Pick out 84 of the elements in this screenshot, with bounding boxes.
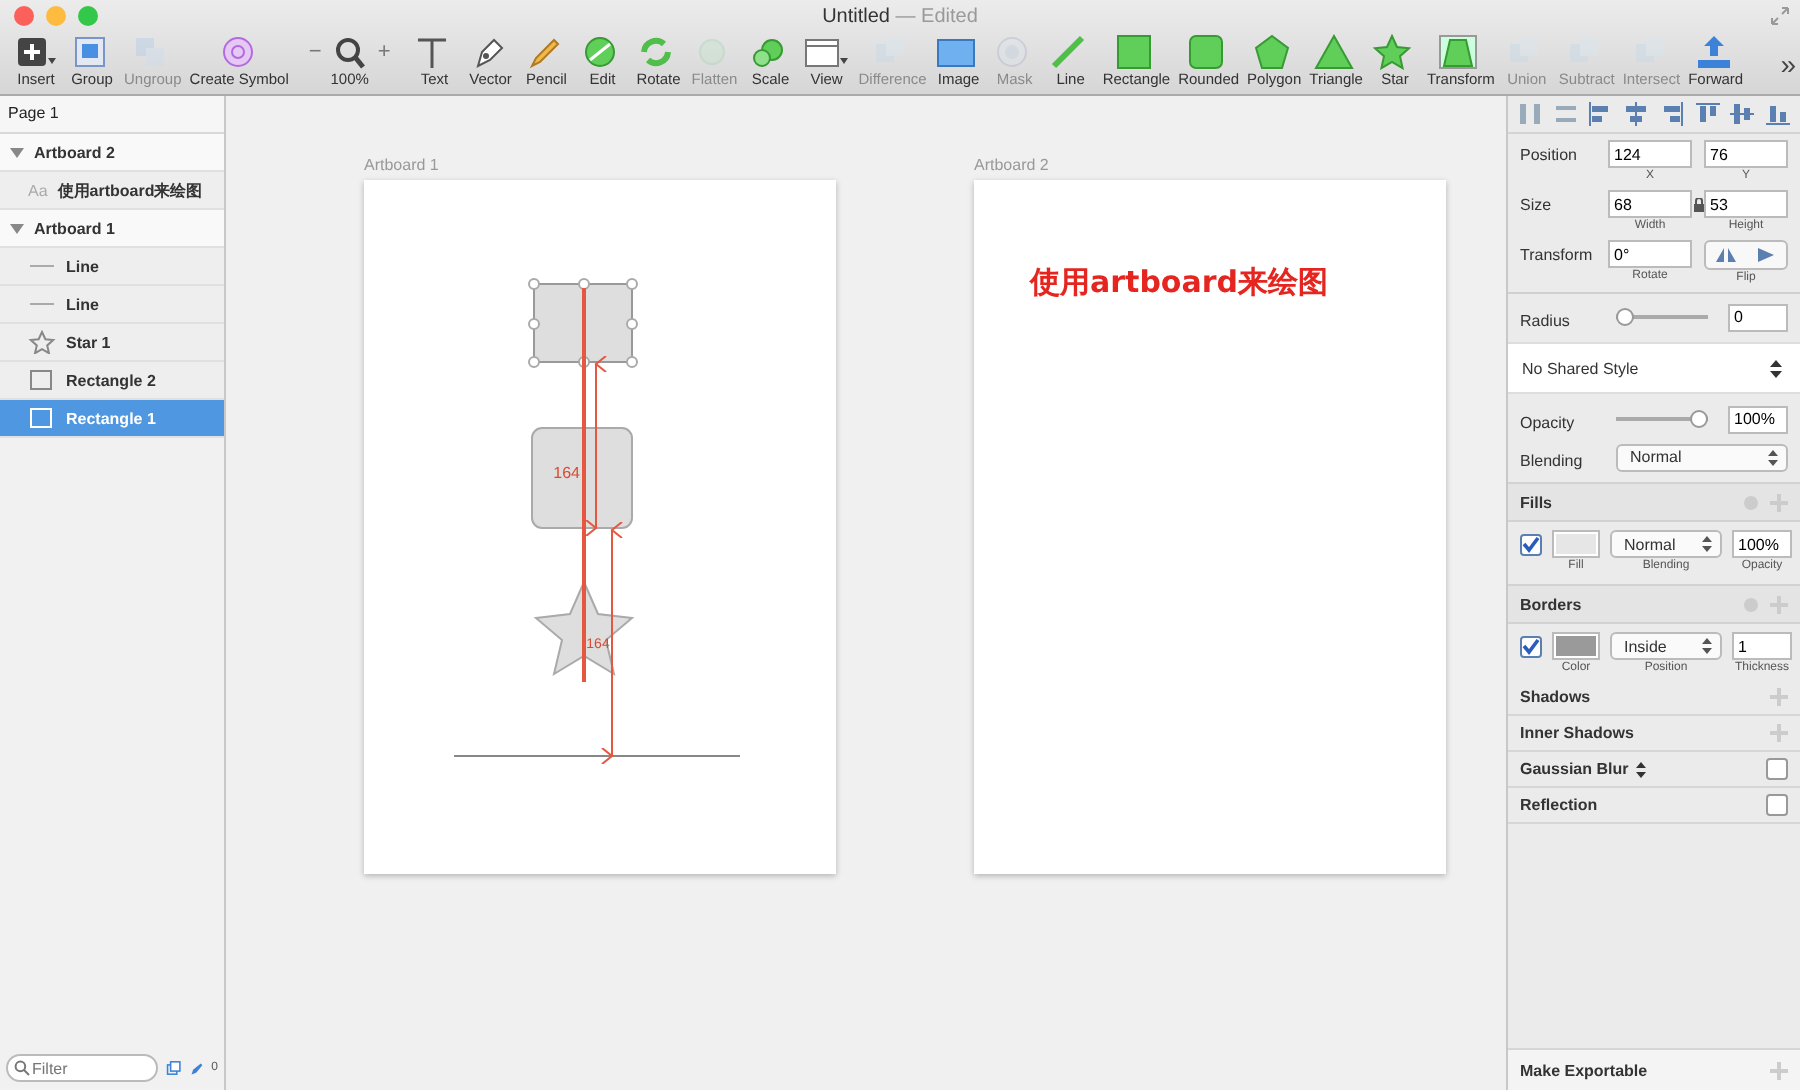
section-title: Borders: [1520, 595, 1584, 613]
field-label: Opacity: [1520, 411, 1577, 431]
stepper-icon[interactable]: [1636, 761, 1647, 777]
thickness-field[interactable]: 1: [1732, 632, 1792, 660]
window-icon[interactable]: [802, 34, 851, 70]
opacity-field[interactable]: 100%: [1732, 530, 1792, 558]
stepper-icon: [1770, 359, 1782, 377]
copy-icon[interactable]: [166, 1058, 182, 1078]
section-title: Gaussian Blur: [1520, 760, 1629, 778]
artboard-layer[interactable]: Artboard 1: [0, 210, 224, 248]
blending-dropdown[interactable]: Normal: [1616, 443, 1788, 471]
align-icon[interactable]: [1763, 100, 1792, 128]
section-title: Fills: [1520, 493, 1555, 511]
close-button[interactable]: [14, 6, 34, 26]
section-title: Inner Shadows: [1520, 724, 1634, 742]
checkmark-icon: [1522, 638, 1540, 656]
align-icon[interactable]: [1551, 100, 1580, 128]
layer-name: 使用artboard来绘图: [57, 179, 203, 201]
field-label: Transform: [1520, 244, 1595, 264]
section-title: Reflection: [1520, 796, 1598, 814]
stepper-icon: [1702, 536, 1712, 552]
distance-label: 164: [553, 464, 580, 482]
align-icon[interactable]: [1728, 100, 1757, 128]
stepper-icon: [1768, 449, 1778, 465]
field-label: Position: [1520, 144, 1579, 164]
fill-checkbox[interactable]: [1520, 534, 1542, 556]
border-checkbox[interactable]: [1520, 636, 1542, 658]
layer-name: Line: [66, 257, 99, 275]
layer-name: Rectangle 2: [66, 371, 156, 389]
position-dropdown[interactable]: Inside: [1610, 632, 1722, 660]
color-swatch[interactable]: [1552, 530, 1600, 558]
zoom-button[interactable]: [78, 6, 98, 26]
field-label: Radius: [1520, 309, 1572, 329]
shared-style-dropdown[interactable]: No Shared Style: [1508, 342, 1800, 394]
section-checkbox[interactable]: [1766, 758, 1788, 780]
text-layer-icon: Aa: [28, 181, 48, 199]
layer-name: Star 1: [66, 333, 111, 351]
checkmark-icon: [1522, 536, 1540, 554]
height-field[interactable]: 53: [1704, 190, 1788, 218]
lock-icon[interactable]: [1693, 198, 1703, 212]
field-label: Size: [1520, 194, 1554, 214]
make-exportable-button[interactable]: Make Exportable: [1520, 1061, 1648, 1079]
plus-icon[interactable]: [12, 34, 60, 70]
opacity-field[interactable]: 100%: [1728, 405, 1788, 433]
rotate-field[interactable]: 0°: [1608, 240, 1692, 268]
pen-icon[interactable]: [189, 1059, 204, 1077]
layer-item[interactable]: Star 1: [0, 324, 224, 362]
color-swatch[interactable]: [1552, 632, 1600, 660]
artboard-text[interactable]: 使用artboard来绘图: [1030, 264, 1328, 302]
selected-rectangle[interactable]: [528, 278, 638, 368]
page-item[interactable]: Page 1: [0, 96, 224, 134]
blending-dropdown[interactable]: Normal: [1610, 530, 1722, 558]
search-icon: [14, 1060, 30, 1076]
radius-field[interactable]: 0: [1728, 303, 1788, 331]
star-shape: [533, 579, 635, 677]
layer-name: Artboard 2: [34, 143, 115, 161]
add-icon[interactable]: [1770, 1061, 1788, 1079]
slider-thumb[interactable]: [1616, 308, 1634, 326]
disclosure-icon[interactable]: [10, 221, 24, 235]
x-field[interactable]: 124: [1608, 140, 1692, 168]
rectangle-layer-icon: [28, 406, 56, 430]
field-label: Blending: [1520, 449, 1585, 469]
more-tools-button[interactable]: »: [1780, 47, 1796, 79]
stepper-icon: [1702, 638, 1712, 654]
y-field[interactable]: 76: [1704, 140, 1788, 168]
rounded-rectangle: [531, 427, 633, 529]
star-layer-icon: [28, 330, 56, 354]
disclosure-icon[interactable]: [10, 145, 24, 159]
section-title: Shadows: [1520, 688, 1591, 706]
layer-name: Rectangle 1: [66, 409, 156, 427]
align-icon[interactable]: [1693, 100, 1722, 128]
layer-name: Artboard 1: [34, 219, 115, 237]
artboard-layer[interactable]: Artboard 2: [0, 134, 224, 172]
slider-thumb[interactable]: [1690, 410, 1708, 428]
width-field[interactable]: 68: [1608, 190, 1692, 218]
section-checkbox[interactable]: [1766, 794, 1788, 816]
rectangle-layer-icon: [28, 368, 56, 392]
layer-name: Line: [66, 295, 99, 313]
filter-field[interactable]: Filter: [6, 1054, 158, 1082]
edited-status: — Edited: [895, 5, 978, 27]
align-icon[interactable]: [1622, 100, 1651, 128]
fullscreen-icon[interactable]: [1770, 6, 1790, 26]
align-icon[interactable]: [1516, 100, 1544, 128]
window-title: Untitled: [822, 5, 890, 27]
